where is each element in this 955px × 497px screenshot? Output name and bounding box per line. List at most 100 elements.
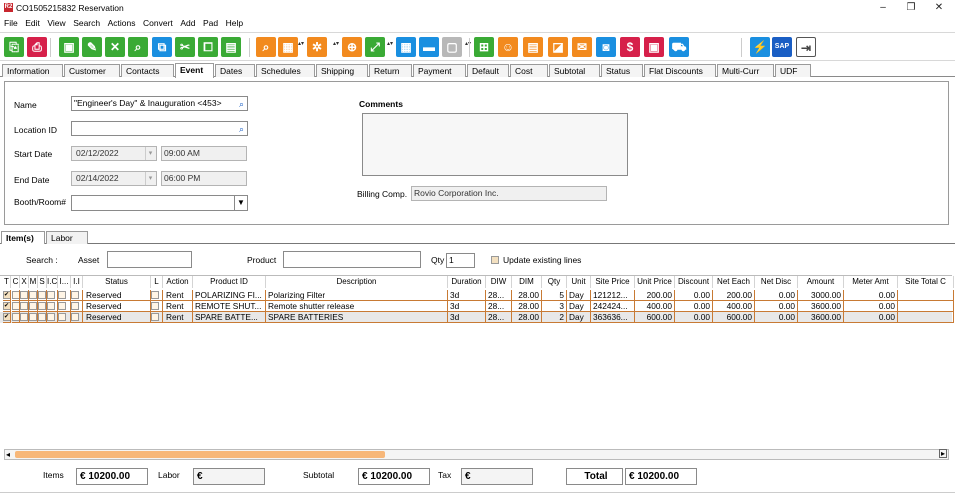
column-header[interactable]: X xyxy=(20,276,29,288)
column-header[interactable]: Net Each xyxy=(713,276,755,288)
row-checkbox[interactable] xyxy=(151,302,159,310)
cell-status[interactable]: Reserved xyxy=(83,290,151,301)
row-checkbox-cell[interactable] xyxy=(71,312,83,323)
column-header[interactable]: S xyxy=(38,276,47,288)
calendar-dropdown-icon[interactable]: ▾ xyxy=(145,172,155,185)
row-checkbox[interactable] xyxy=(20,302,28,310)
cell-discount[interactable]: 0.00 xyxy=(675,301,713,312)
cell-meter-amt[interactable]: 0.00 xyxy=(844,312,898,323)
email-icon[interactable]: ✉ xyxy=(572,37,592,57)
start-date-field[interactable]: 02/12/2022 ▾ xyxy=(71,146,157,161)
row-checkbox-cell[interactable]: ✔ xyxy=(3,301,11,312)
cell-net-each[interactable]: 600.00 xyxy=(713,312,755,323)
cell-unit[interactable]: Day xyxy=(567,290,591,301)
cell-site-price[interactable]: 363636... xyxy=(591,312,635,323)
cell-action[interactable]: Rent xyxy=(163,301,193,312)
clipboard-icon[interactable]: ▤ xyxy=(221,37,241,57)
column-header[interactable]: Site Price xyxy=(591,276,635,288)
cell-dim[interactable]: 28.00 xyxy=(512,301,542,312)
table-row[interactable]: ✔ Reserved Rent REMOTE SHUT... Remote shutte… xyxy=(0,301,954,312)
row-checkbox-cell[interactable] xyxy=(20,290,29,301)
row-checkbox-cell[interactable] xyxy=(38,301,47,312)
column-header[interactable]: Duration xyxy=(448,276,486,288)
cell-amount[interactable]: 3000.00 xyxy=(798,290,844,301)
row-checkbox-cell[interactable] xyxy=(38,312,47,323)
tab-flat-discounts[interactable]: Flat Discounts xyxy=(644,64,716,77)
row-checkbox[interactable]: ✔ xyxy=(3,302,10,310)
column-header[interactable]: Discount xyxy=(675,276,713,288)
cell-amount[interactable]: 3600.00 xyxy=(798,312,844,323)
row-checkbox-cell[interactable] xyxy=(71,301,83,312)
tab-cost[interactable]: Cost xyxy=(510,64,548,77)
row-checkbox-cell[interactable] xyxy=(20,312,29,323)
money-icon[interactable]: $ xyxy=(620,37,640,57)
search-icon[interactable]: ⌕ xyxy=(239,123,244,135)
row-checkbox[interactable] xyxy=(58,313,66,321)
row-checkbox[interactable]: ✔ xyxy=(3,313,10,321)
cell-unit[interactable]: Day xyxy=(567,301,591,312)
asset-input[interactable] xyxy=(107,251,192,268)
picture-icon[interactable]: ▣ xyxy=(644,37,664,57)
cell-dim[interactable]: 28.00 xyxy=(512,290,542,301)
dropdown-arrow-icon[interactable]: ▴▾ xyxy=(333,41,339,52)
search-icon[interactable]: ⌕ xyxy=(239,98,244,110)
menu-convert[interactable]: Convert xyxy=(143,16,173,30)
row-checkbox[interactable] xyxy=(29,313,37,321)
dropdown-arrow-icon[interactable]: ▴▾ xyxy=(387,41,393,52)
tab-dates[interactable]: Dates xyxy=(215,64,255,77)
cell-duration[interactable]: 3d xyxy=(448,312,486,323)
row-checkbox[interactable] xyxy=(151,291,159,299)
row-checkbox-cell[interactable] xyxy=(151,301,163,312)
comments-textarea[interactable] xyxy=(362,113,628,176)
start-time-field[interactable]: 09:00 AM xyxy=(161,146,247,161)
row-checkbox-cell[interactable] xyxy=(58,290,71,301)
restore-button[interactable]: ❐ xyxy=(898,0,924,16)
cell-site-total[interactable] xyxy=(898,301,954,312)
tab-multi-curr[interactable]: Multi-Curr xyxy=(717,64,774,77)
cell-dim[interactable]: 28.00 xyxy=(512,312,542,323)
message-icon[interactable]: ▬ xyxy=(419,37,439,57)
exit-icon[interactable]: ⇥ xyxy=(796,37,816,57)
row-checkbox[interactable] xyxy=(71,291,79,299)
cell-duration[interactable]: 3d xyxy=(448,290,486,301)
cell-site-price[interactable]: 242424... xyxy=(591,301,635,312)
cell-amount[interactable]: 3600.00 xyxy=(798,301,844,312)
row-checkbox-cell[interactable] xyxy=(47,290,58,301)
column-header[interactable]: L xyxy=(151,276,163,288)
product-input[interactable] xyxy=(283,251,421,268)
row-checkbox-cell[interactable] xyxy=(29,301,38,312)
cell-diw[interactable]: 28... xyxy=(486,312,512,323)
update-existing-checkbox[interactable] xyxy=(491,256,499,264)
dropdown-arrow-icon[interactable]: ▴▾ xyxy=(298,41,304,52)
row-checkbox-cell[interactable] xyxy=(47,312,58,323)
cell-status[interactable]: Reserved xyxy=(83,301,151,312)
column-header[interactable]: DIW xyxy=(486,276,512,288)
event-name-field[interactable]: "Engineer's Day" & Inauguration <453> ⌕ xyxy=(71,96,248,111)
column-header[interactable]: C xyxy=(12,276,20,288)
cell-diw[interactable]: 28... xyxy=(486,290,512,301)
cell-unit-price[interactable]: 600.00 xyxy=(635,312,675,323)
group-icon[interactable]: ✲ xyxy=(307,37,327,57)
cell-discount[interactable]: 0.00 xyxy=(675,312,713,323)
menu-file[interactable]: File xyxy=(4,16,18,30)
menu-search[interactable]: Search xyxy=(73,16,100,30)
tab-udf[interactable]: UDF xyxy=(775,64,811,77)
cell-site-total[interactable] xyxy=(898,290,954,301)
row-checkbox[interactable] xyxy=(38,291,46,299)
row-checkbox[interactable] xyxy=(47,302,55,310)
row-checkbox-cell[interactable] xyxy=(151,290,163,301)
row-checkbox-cell[interactable] xyxy=(71,290,83,301)
cell-action[interactable]: Rent xyxy=(163,290,193,301)
row-checkbox-cell[interactable] xyxy=(38,290,47,301)
row-checkbox[interactable] xyxy=(47,313,55,321)
scroll-thumb[interactable] xyxy=(15,451,385,458)
column-header[interactable]: Unit Price xyxy=(635,276,675,288)
tab-return[interactable]: Return xyxy=(369,64,412,77)
column-header[interactable]: M xyxy=(29,276,38,288)
table-row[interactable]: ✔ Reserved Rent POLARIZING FI... Polarizing … xyxy=(0,290,954,301)
sap-icon[interactable]: SAP xyxy=(772,37,792,57)
row-checkbox[interactable] xyxy=(71,302,79,310)
search-icon[interactable]: ⌕ xyxy=(128,37,148,57)
tab-information[interactable]: Information xyxy=(2,64,63,77)
row-checkbox-cell[interactable] xyxy=(12,301,20,312)
